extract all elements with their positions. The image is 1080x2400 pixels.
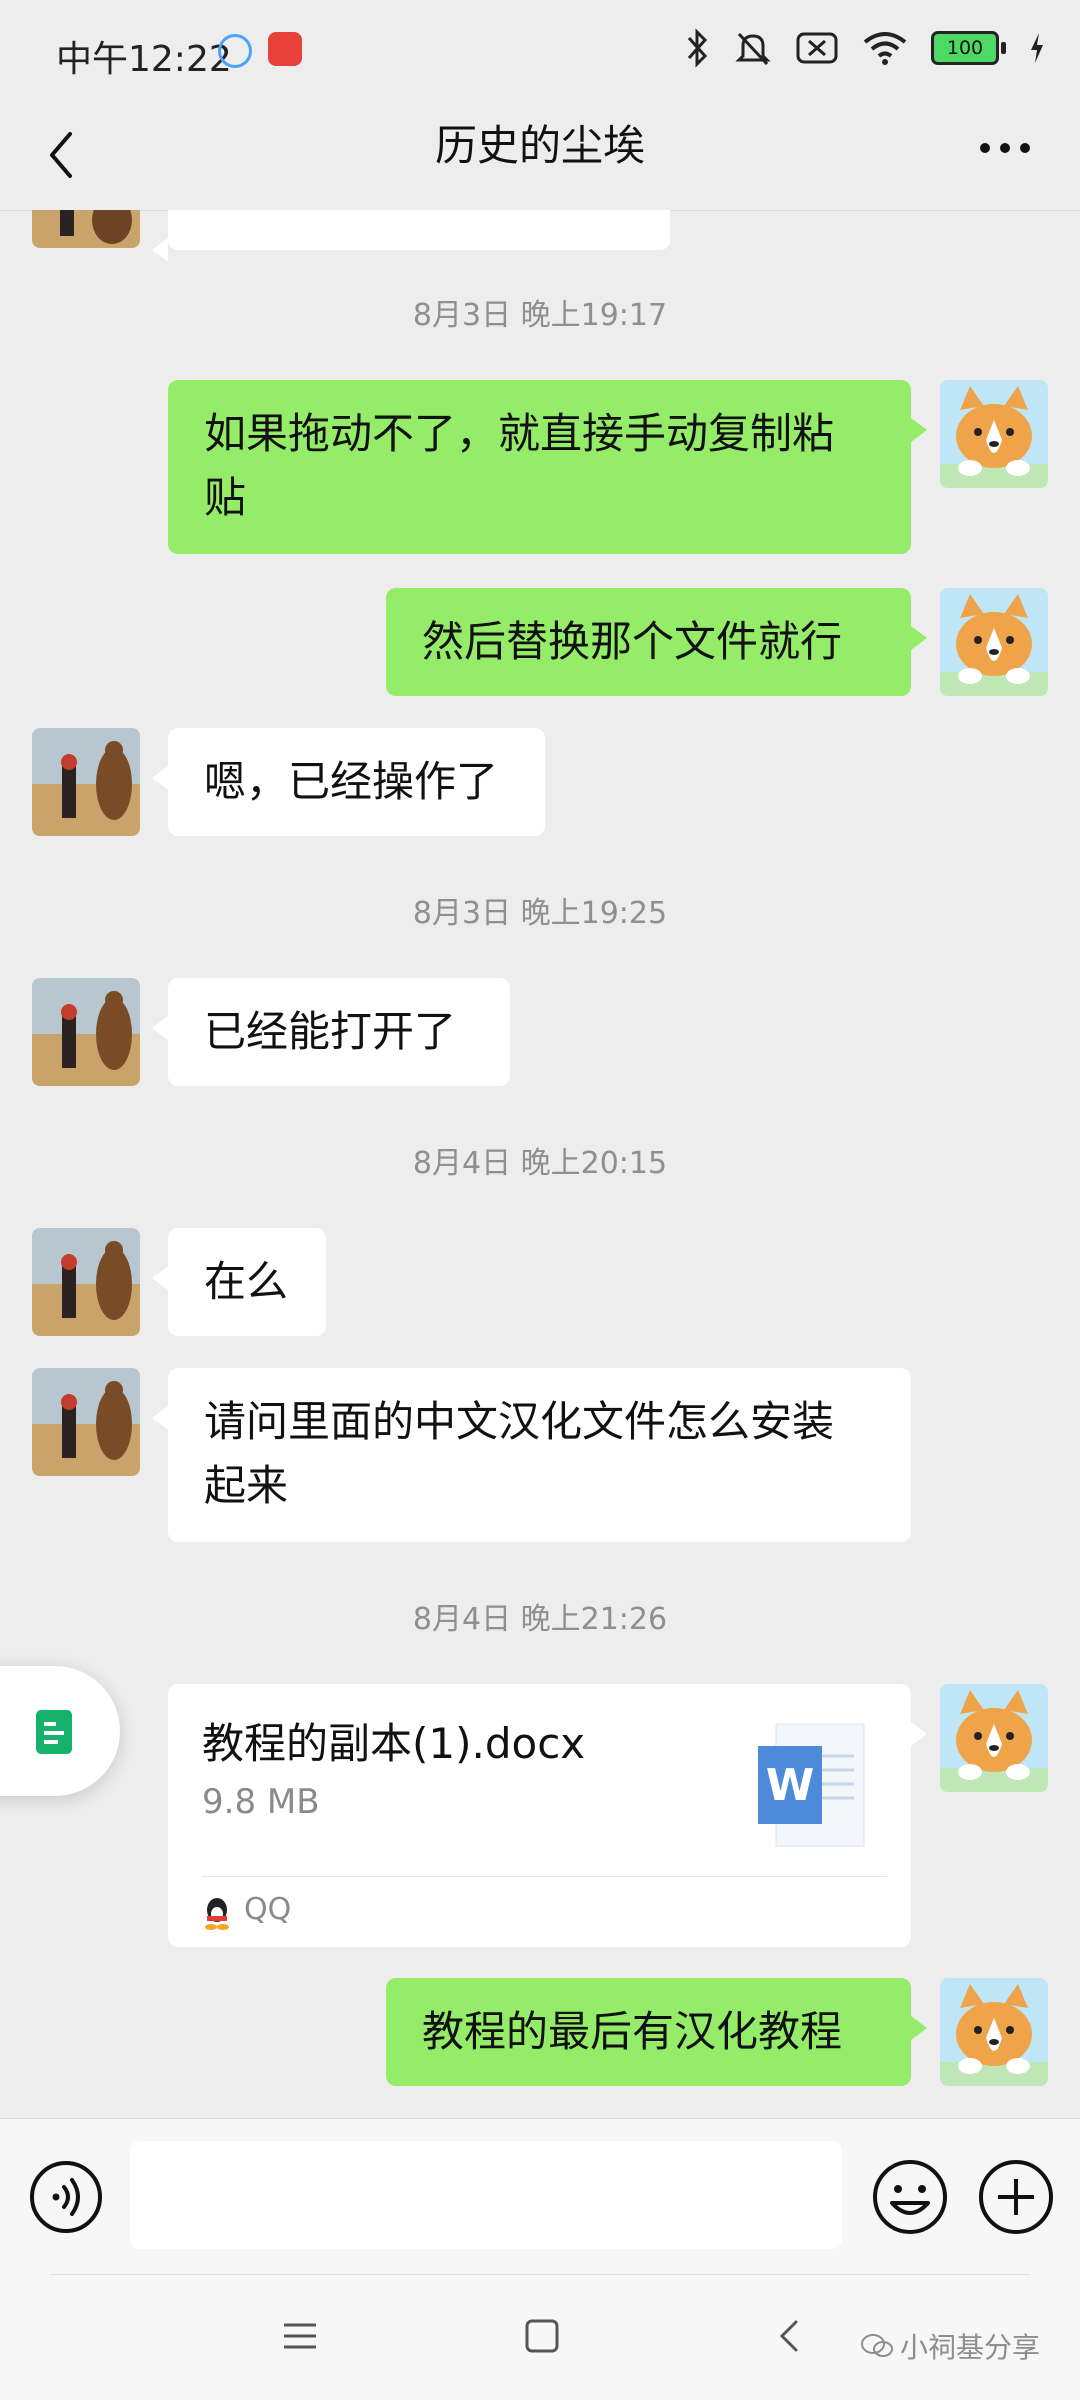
word-file-icon: W (758, 1723, 865, 1847)
file-name: 教程的副本(1).docx (202, 1719, 586, 1768)
message-text: 如果拖动不了，就直接手动复制粘 (204, 409, 835, 458)
input-bar (0, 2118, 1080, 2275)
message-timestamp: 8月4日 晚上20:15 (412, 1146, 668, 1181)
corgi-avatar-icon (940, 1684, 1048, 1792)
camel-photo-avatar-icon (32, 728, 140, 836)
battery-indicator: 100 (931, 31, 1006, 65)
bluetooth-icon (687, 28, 708, 68)
message-bubble-outgoing[interactable]: 然后替换那个文件就行 (386, 588, 927, 696)
qq-icon (205, 1898, 229, 1930)
file-source-label: QQ (244, 1892, 292, 1927)
document-icon (36, 1710, 72, 1754)
notification-app-icon-red (268, 32, 302, 66)
my-avatar[interactable] (940, 1978, 1048, 2086)
file-message-card[interactable]: 教程的副本(1).docx 9.8 MB W QQ (168, 1684, 927, 1947)
message-timestamp: 8月4日 晚上21:26 (412, 1602, 668, 1637)
word-file-letter: W (766, 1760, 815, 1811)
message-text: 嗯，已经操作了 (204, 757, 499, 806)
notification-app-icon (218, 34, 252, 68)
sim-x-icon (796, 32, 838, 64)
message-text: 在么 (204, 1257, 289, 1306)
message-bubble-incoming[interactable]: 在么 (152, 1228, 326, 1336)
status-bar: 中午12:22 100 (0, 0, 1080, 100)
wechat-icon (861, 2334, 893, 2357)
message-bubble-outgoing[interactable]: 教程的最后有汉化教程 (386, 1978, 927, 2086)
message-timestamp: 8月3日 晚上19:25 (412, 896, 668, 931)
message-bubble-incoming[interactable]: 请问里面的中文汉化文件怎么安装 起来 (152, 1368, 911, 1542)
corgi-avatar-icon (940, 380, 1048, 488)
camel-photo-avatar-icon (32, 1368, 140, 1476)
contact-avatar[interactable] (32, 978, 140, 1086)
wifi-icon (863, 32, 907, 65)
message-list[interactable]: 8月3日 晚上19:17 如果拖动不了，就直接手动复制粘 贴 然后替换那个文件就… (0, 210, 1080, 2118)
system-nav-bar: 小祠基分享 (0, 2274, 1080, 2400)
more-icon[interactable] (970, 122, 1040, 182)
emoji-icon[interactable] (870, 2157, 950, 2237)
message-bubble-incoming-partial[interactable] (152, 210, 670, 262)
status-time: 中午12:22 (56, 39, 232, 80)
corgi-avatar-icon (940, 588, 1048, 696)
message-text: 请问里面的中文汉化文件怎么安装 (204, 1397, 835, 1446)
my-avatar[interactable] (940, 380, 1048, 488)
chat-header: 历史的尘埃 (0, 100, 1080, 211)
charging-icon (1031, 33, 1043, 63)
nav-menu-icon[interactable] (280, 2316, 320, 2356)
nav-home-icon[interactable] (522, 2316, 562, 2356)
my-avatar[interactable] (940, 588, 1048, 696)
nav-back-icon[interactable] (770, 2316, 810, 2356)
message-text: 已经能打开了 (204, 1007, 457, 1056)
voice-icon[interactable] (28, 2159, 104, 2235)
contact-avatar[interactable] (32, 728, 140, 836)
watermark: 小祠基分享 (860, 2326, 1040, 2366)
camel-photo-avatar-icon (32, 1228, 140, 1336)
message-bubble-outgoing[interactable]: 如果拖动不了，就直接手动复制粘 贴 (168, 380, 927, 554)
file-size: 9.8 MB (202, 1782, 320, 1822)
my-avatar[interactable] (940, 1684, 1048, 1792)
battery-level: 100 (931, 31, 999, 65)
message-text: 教程的最后有汉化教程 (422, 2007, 843, 2056)
contact-avatar[interactable] (32, 210, 140, 248)
status-icons: 100 (685, 28, 1046, 68)
contact-avatar[interactable] (32, 1228, 140, 1336)
corgi-avatar-icon (940, 1978, 1048, 2086)
message-text: 然后替换那个文件就行 (422, 617, 843, 666)
message-bubble-incoming[interactable]: 嗯，已经操作了 (152, 728, 545, 836)
message-input[interactable] (130, 2141, 842, 2249)
message-timestamp: 8月3日 晚上19:17 (412, 298, 668, 333)
contact-avatar[interactable] (32, 1368, 140, 1476)
chat-title: 历史的尘埃 (434, 121, 645, 170)
message-text: 起来 (204, 1461, 289, 1510)
mute-bell-icon (735, 32, 771, 66)
message-bubble-incoming[interactable]: 已经能打开了 (152, 978, 510, 1086)
camel-photo-avatar-icon (32, 978, 140, 1086)
watermark-text: 小祠基分享 (900, 2331, 1041, 2364)
message-text: 贴 (204, 473, 247, 522)
plus-icon[interactable] (976, 2157, 1056, 2237)
